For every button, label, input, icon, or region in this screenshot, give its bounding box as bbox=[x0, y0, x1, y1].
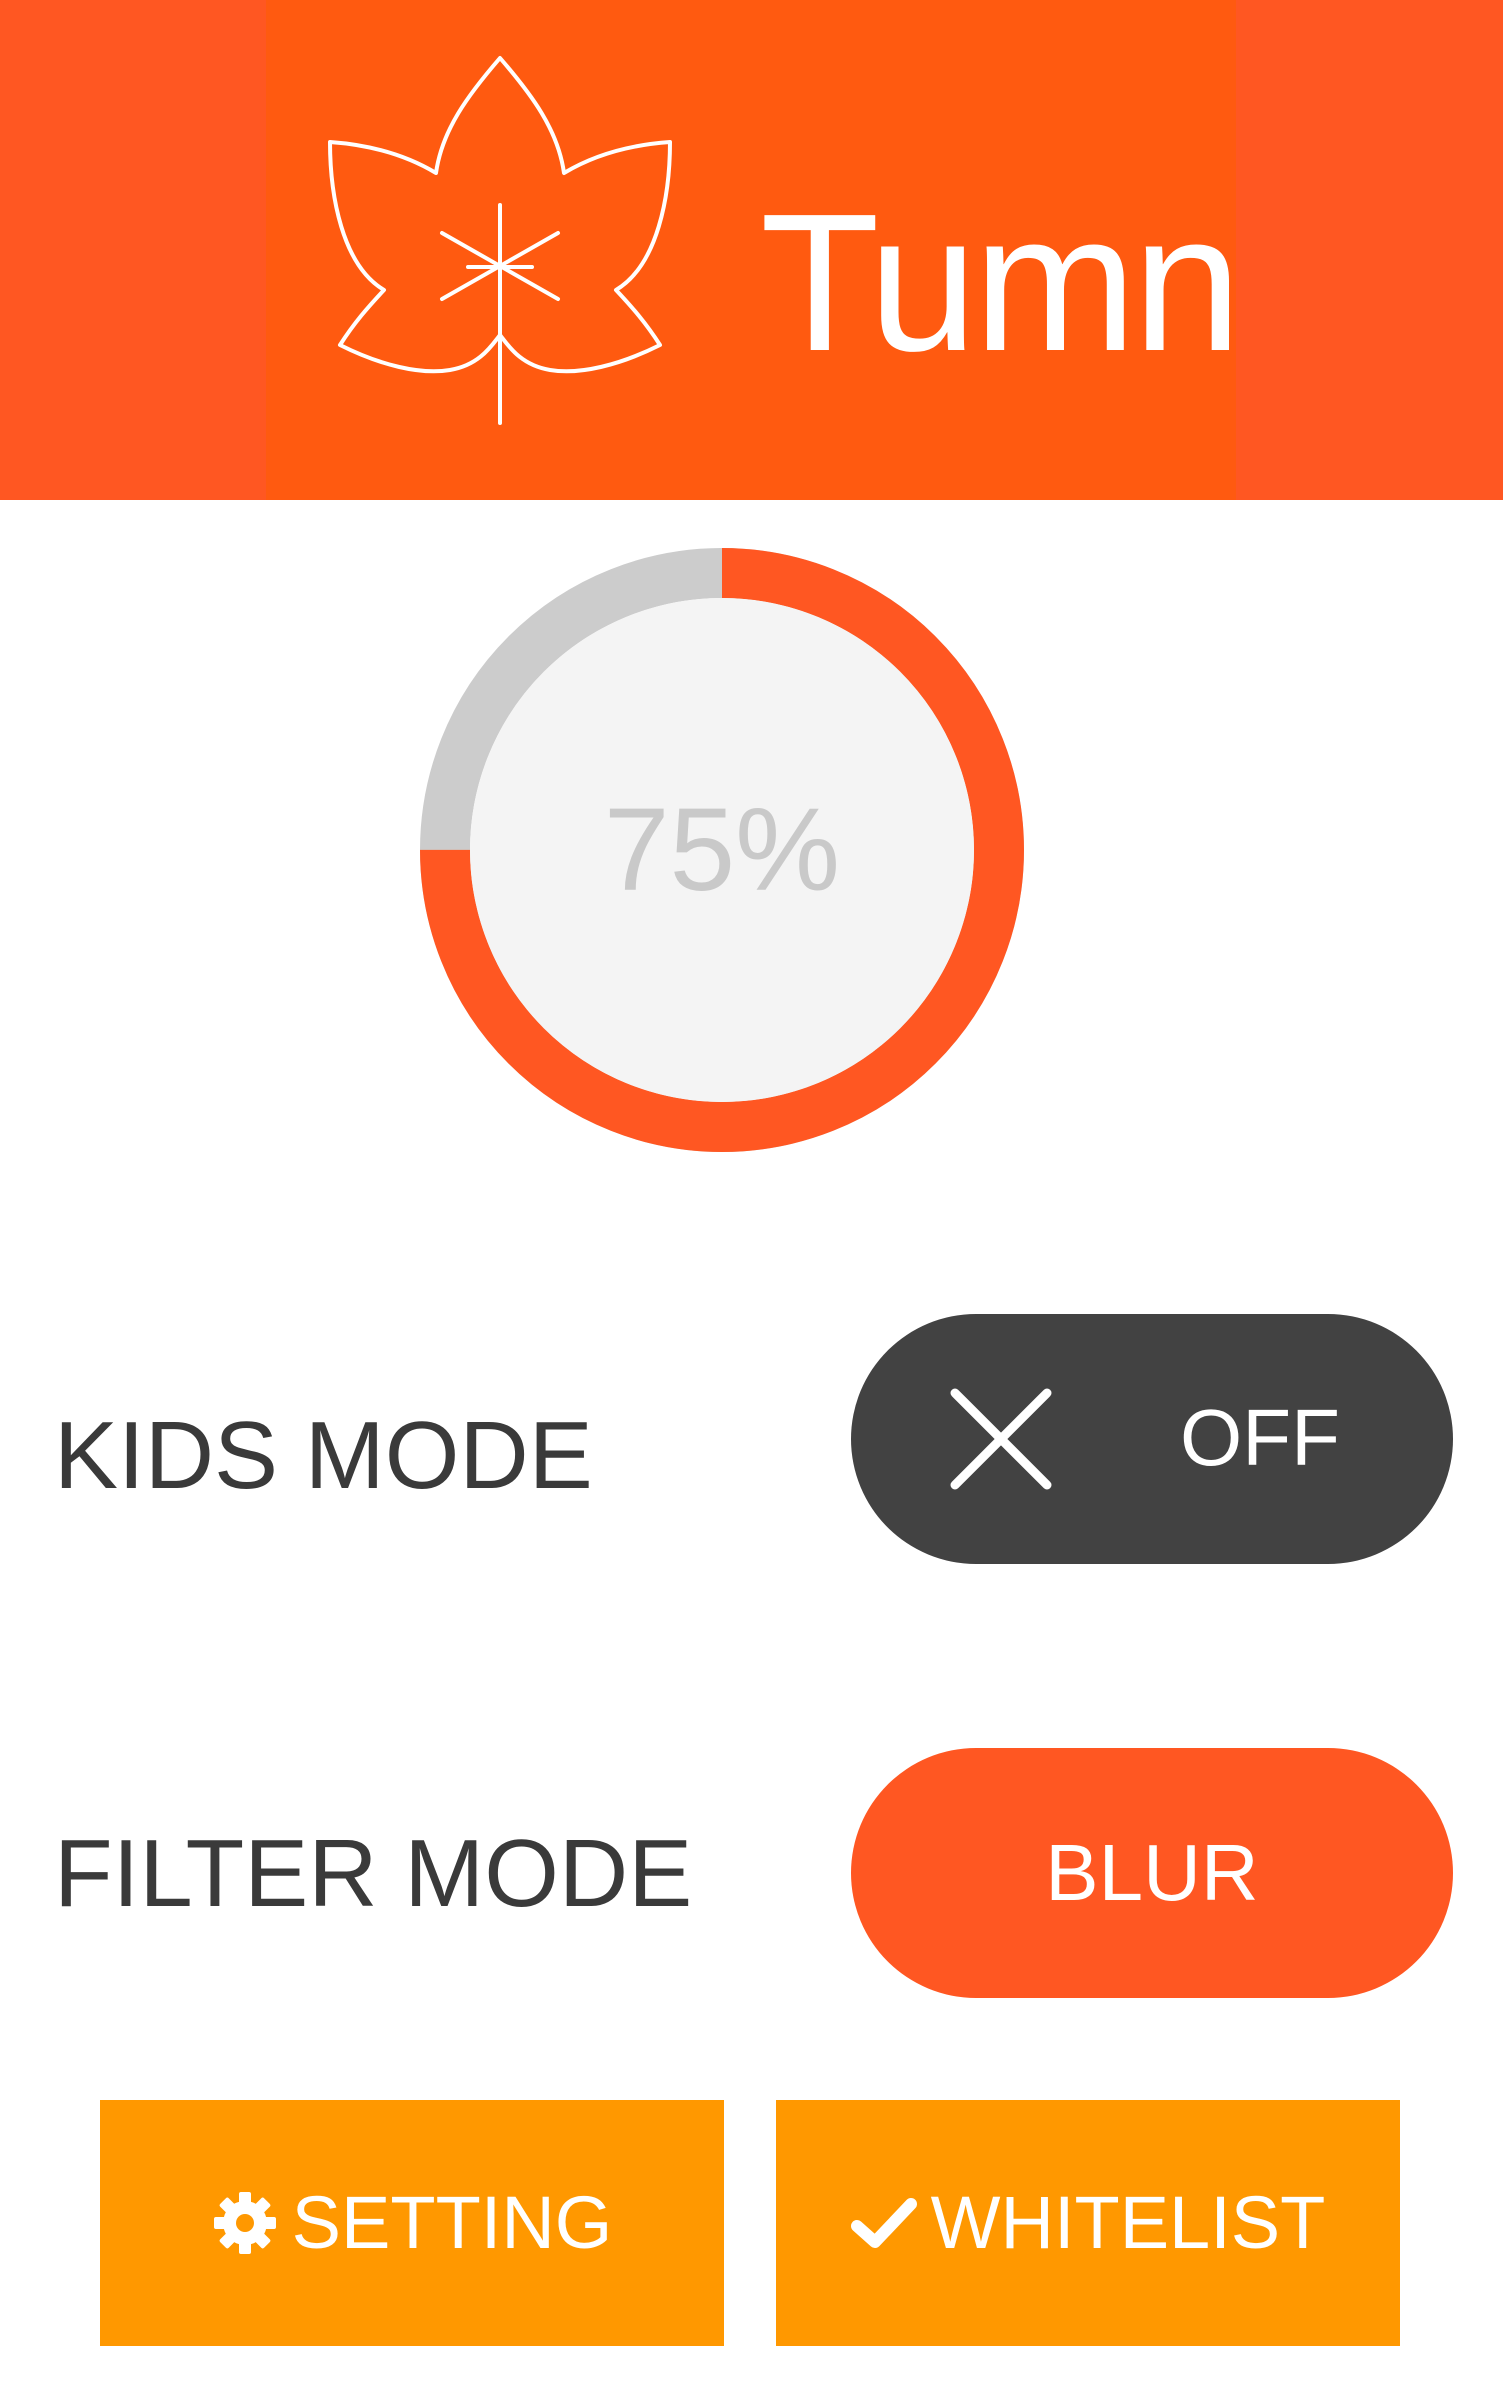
kids-mode-label: KIDS MODE bbox=[54, 1402, 593, 1509]
close-icon bbox=[950, 1388, 1052, 1490]
kids-mode-toggle[interactable] bbox=[851, 1314, 1453, 1564]
progress-ring: 75% bbox=[420, 548, 1024, 1152]
kids-mode-state: OFF bbox=[1180, 1393, 1340, 1482]
setting-button[interactable]: SETTING bbox=[100, 2100, 724, 2346]
whitelist-button-label: WHITELIST bbox=[930, 2181, 1326, 2264]
whitelist-button[interactable]: WHITELIST bbox=[776, 2100, 1400, 2346]
maple-leaf-icon bbox=[328, 56, 672, 425]
app-title: Tumn bbox=[760, 173, 1242, 392]
setting-button-label: SETTING bbox=[291, 2181, 613, 2264]
check-icon bbox=[850, 2198, 917, 2248]
app-header bbox=[0, 0, 1503, 500]
filter-mode-selector[interactable]: BLUR bbox=[851, 1748, 1453, 1998]
gear-icon bbox=[213, 2192, 276, 2254]
progress-percentage: 75% bbox=[603, 784, 841, 916]
filter-mode-value: BLUR bbox=[1045, 1828, 1259, 1917]
filter-mode-label: FILTER MODE bbox=[54, 1820, 693, 1927]
